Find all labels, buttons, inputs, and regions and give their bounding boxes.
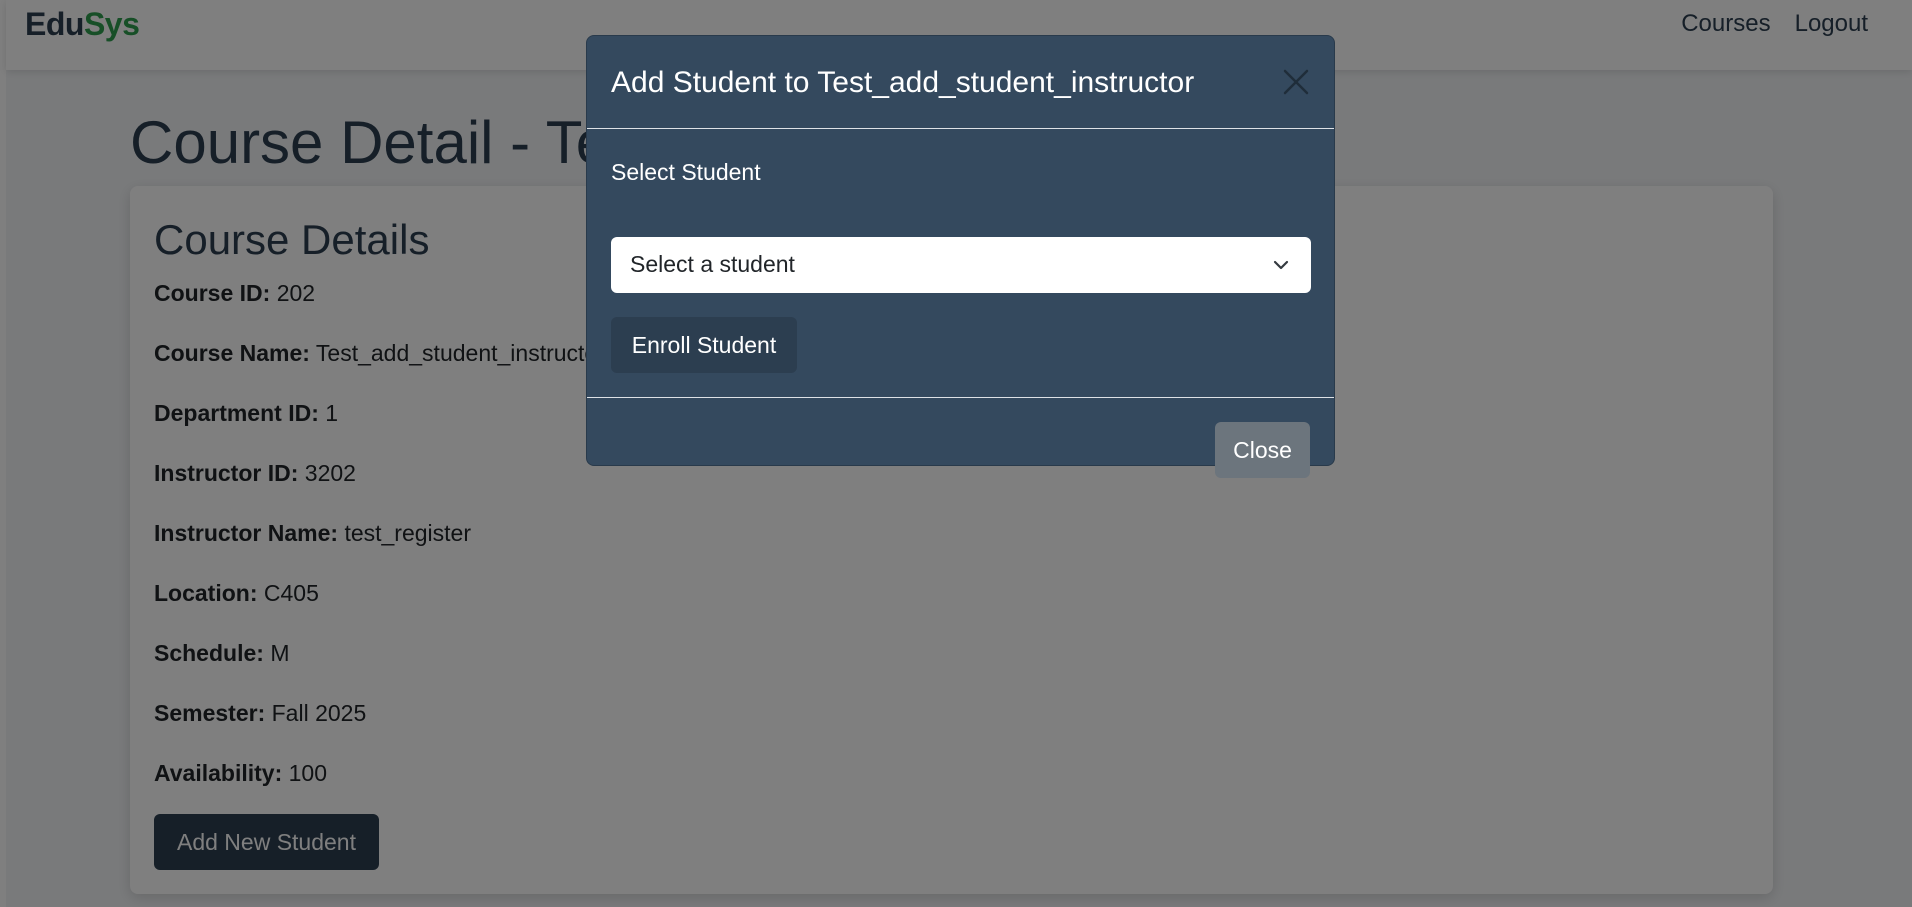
modal-body: Select Student Select a student Enroll S… xyxy=(587,129,1334,397)
modal-footer: Close xyxy=(587,397,1334,478)
enroll-student-button[interactable]: Enroll Student xyxy=(611,317,797,373)
close-button[interactable]: Close xyxy=(1215,422,1310,478)
modal-title: Add Student to Test_add_student_instruct… xyxy=(611,66,1195,99)
chevron-down-icon xyxy=(1271,255,1291,275)
close-icon[interactable] xyxy=(1280,66,1312,98)
add-student-modal: Add Student to Test_add_student_instruct… xyxy=(586,35,1335,478)
select-student-label: Select Student xyxy=(611,159,761,185)
student-select-value: Select a student xyxy=(630,251,795,277)
modal-header: Add Student to Test_add_student_instruct… xyxy=(587,36,1334,129)
student-select[interactable]: Select a student xyxy=(611,237,1311,293)
